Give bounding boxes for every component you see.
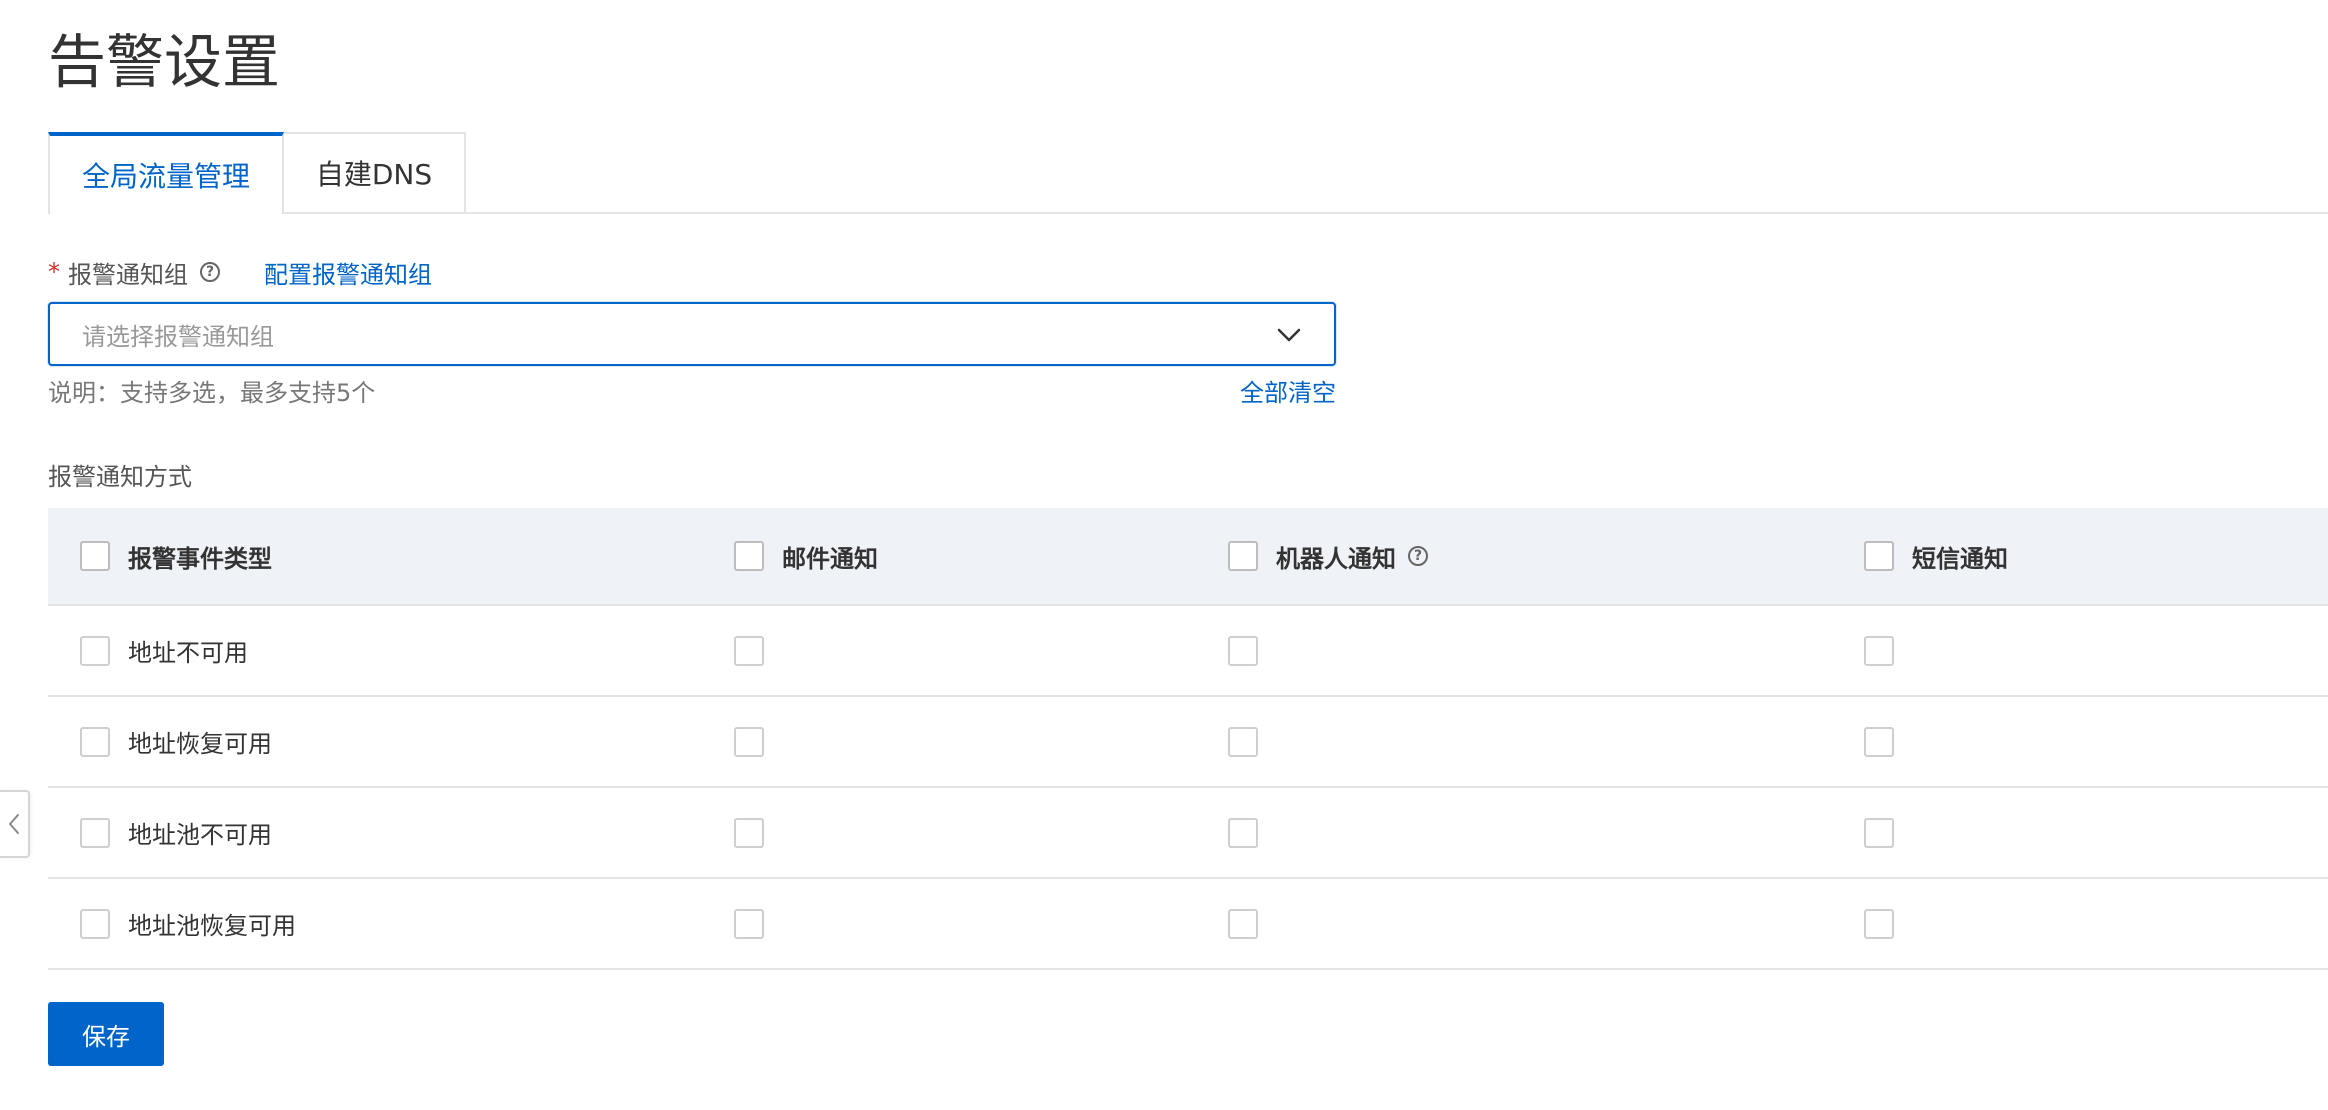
select-all-sms-checkbox[interactable]	[1864, 541, 1894, 571]
notify-group-label-row: * 报警通知组 ? 配置报警通知组	[48, 252, 432, 292]
save-button[interactable]: 保存	[48, 1002, 164, 1066]
row-robot-cell	[1228, 697, 1258, 786]
sidebar-collapse-handle[interactable]	[0, 790, 30, 858]
notify-group-select[interactable]: 请选择报警通知组	[48, 302, 1336, 366]
event-checkbox[interactable]	[80, 908, 110, 939]
row-sms-cell	[1864, 879, 1894, 968]
email-checkbox[interactable]	[734, 726, 764, 757]
notify-group-label: 报警通知组	[68, 260, 188, 289]
event-type-label: 地址池不可用	[128, 821, 272, 849]
select-all-robot-checkbox[interactable]	[1228, 541, 1258, 571]
row-event-cell: 地址恢复可用	[80, 697, 272, 786]
select-all-events-checkbox[interactable]	[80, 541, 110, 571]
notify-method-table: 报警事件类型 邮件通知 机器人通知 ? 短信通知 地址不可用 地址恢复可用 地址…	[48, 508, 2328, 970]
sms-checkbox[interactable]	[1864, 635, 1894, 666]
column-header-sms: 短信通知	[1912, 544, 2008, 573]
row-robot-cell	[1228, 879, 1258, 968]
event-checkbox[interactable]	[80, 726, 110, 757]
email-checkbox[interactable]	[734, 817, 764, 848]
tab-global-traffic-management[interactable]: 全局流量管理	[48, 132, 284, 214]
event-checkbox[interactable]	[80, 635, 110, 666]
table-row: 地址恢复可用	[48, 697, 2328, 788]
alert-settings-page: 告警设置 全局流量管理 自建DNS * 报警通知组 ? 配置报警通知组 请选择报…	[0, 0, 2328, 1110]
robot-checkbox[interactable]	[1228, 908, 1258, 939]
select-all-email-checkbox[interactable]	[734, 541, 764, 571]
required-mark: *	[48, 258, 60, 286]
table-row: 地址池恢复可用	[48, 879, 2328, 970]
page-title: 告警设置	[48, 28, 281, 96]
row-sms-cell	[1864, 788, 1894, 877]
sms-checkbox[interactable]	[1864, 817, 1894, 848]
notify-method-label: 报警通知方式	[48, 463, 192, 491]
email-checkbox[interactable]	[734, 635, 764, 666]
clear-all-link[interactable]: 全部清空	[1240, 376, 1336, 410]
column-header-robot: 机器人通知	[1276, 544, 1396, 573]
tab-bar: 全局流量管理 自建DNS	[48, 132, 2328, 214]
sms-checkbox[interactable]	[1864, 726, 1894, 757]
robot-checkbox[interactable]	[1228, 817, 1258, 848]
header-cell-email: 邮件通知	[734, 508, 878, 604]
tab-baseline	[48, 212, 2328, 214]
select-placeholder: 请选择报警通知组	[82, 322, 274, 351]
event-type-label: 地址不可用	[128, 639, 248, 667]
event-type-label: 地址池恢复可用	[128, 912, 296, 940]
robot-checkbox[interactable]	[1228, 635, 1258, 666]
robot-checkbox[interactable]	[1228, 726, 1258, 757]
chevron-left-icon	[9, 814, 19, 834]
tab-self-built-dns[interactable]: 自建DNS	[282, 132, 466, 212]
config-notify-group-link[interactable]: 配置报警通知组	[264, 255, 432, 290]
row-sms-cell	[1864, 606, 1894, 695]
email-checkbox[interactable]	[734, 908, 764, 939]
table-header: 报警事件类型 邮件通知 机器人通知 ? 短信通知	[48, 508, 2328, 606]
row-email-cell	[734, 879, 764, 968]
table-row: 地址池不可用	[48, 788, 2328, 879]
event-type-label: 地址恢复可用	[128, 730, 272, 758]
event-checkbox[interactable]	[80, 817, 110, 848]
notify-group-hint: 说明：支持多选，最多支持5个	[48, 379, 376, 407]
row-event-cell: 地址池不可用	[80, 788, 272, 877]
row-email-cell	[734, 606, 764, 695]
column-header-email: 邮件通知	[782, 544, 878, 573]
row-event-cell: 地址池恢复可用	[80, 879, 296, 968]
question-circle-icon[interactable]: ?	[1408, 546, 1428, 566]
header-cell-sms: 短信通知	[1864, 508, 2008, 604]
sms-checkbox[interactable]	[1864, 908, 1894, 939]
tab-label: 全局流量管理	[81, 160, 250, 193]
header-cell-event-type: 报警事件类型	[80, 508, 272, 604]
row-event-cell: 地址不可用	[80, 606, 248, 695]
column-header-event-type: 报警事件类型	[128, 544, 272, 573]
tab-label: 自建DNS	[315, 158, 433, 191]
row-email-cell	[734, 697, 764, 786]
question-circle-icon[interactable]: ?	[200, 262, 220, 282]
row-email-cell	[734, 788, 764, 877]
table-row: 地址不可用	[48, 606, 2328, 697]
row-sms-cell	[1864, 697, 1894, 786]
row-robot-cell	[1228, 606, 1258, 695]
row-robot-cell	[1228, 788, 1258, 877]
chevron-down-icon	[1277, 328, 1301, 342]
header-cell-robot: 机器人通知 ?	[1228, 508, 1428, 604]
